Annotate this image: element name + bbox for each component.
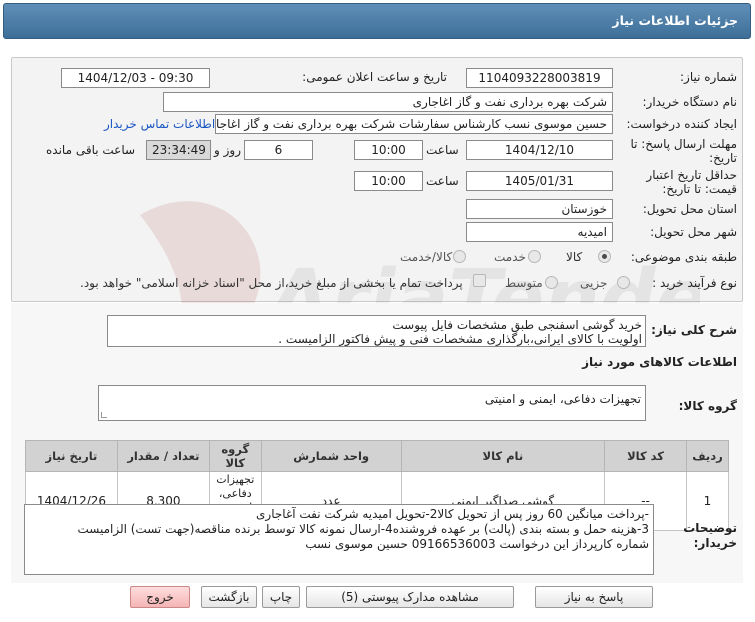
city-field: امیدیه bbox=[466, 222, 613, 242]
col-need-date: تاریخ نیاز bbox=[25, 440, 118, 472]
buyer-notes-line3: شماره کارپرداز این درخواست 09166536003 ح… bbox=[305, 537, 649, 551]
price-validity-time-label: ساعت bbox=[426, 174, 459, 188]
general-desc-label: شرح کلی نیاز: bbox=[651, 323, 737, 337]
col-code: کد کالا bbox=[604, 440, 687, 472]
buyer-notes-line2: 3-هزینه حمل و بسته بندی (پالت) بر عهده ف… bbox=[77, 522, 649, 536]
price-validity-label: حداقل تاریخ اعتبار قیمت: تا تاریخ: bbox=[646, 168, 737, 196]
need-number-label: شماره نیاز: bbox=[680, 70, 737, 84]
goods-group-box: تجهیزات دفاعی، ایمنی و امنیتی bbox=[98, 385, 646, 421]
process-medium-label: متوسط bbox=[505, 276, 543, 290]
buyer-notes-label: توضیحات خریدار: bbox=[683, 521, 737, 550]
exit-button[interactable]: خروج bbox=[130, 586, 190, 608]
deadline-time-field: 10:00 bbox=[354, 140, 423, 160]
buyer-notes-line1: -پرداخت میانگین 60 روز پس از تحویل کالا2… bbox=[256, 507, 649, 521]
reply-button[interactable]: پاسخ به نیاز bbox=[535, 586, 653, 608]
back-button[interactable]: بازگشت bbox=[201, 586, 257, 608]
deadline-date-field: 1404/12/10 bbox=[466, 140, 613, 160]
process-minor-label: جزیی bbox=[580, 276, 608, 290]
province-label: استان محل تحویل: bbox=[642, 202, 737, 216]
treasury-checkbox[interactable] bbox=[473, 274, 486, 287]
col-row: ردیف bbox=[685, 440, 730, 472]
category-service-radio[interactable] bbox=[528, 250, 541, 263]
page-title: جزئیات اطلاعات نیاز bbox=[3, 3, 751, 39]
col-quantity: تعداد / مقدار bbox=[116, 440, 210, 472]
remaining-time-label: ساعت باقی مانده bbox=[46, 143, 136, 157]
requester-label: ایجاد کننده درخواست: bbox=[626, 117, 737, 131]
city-label: شهر محل تحویل: bbox=[650, 225, 737, 239]
attachments-button[interactable]: مشاهده مدارک پیوستی (5) bbox=[306, 586, 514, 608]
category-both-label: کالا/خدمت bbox=[400, 250, 453, 264]
col-name: نام کالا bbox=[400, 440, 606, 472]
buyer-contact-link[interactable]: اطلاعات تماس خریدار bbox=[104, 117, 215, 131]
goods-group-label: گروه کالا: bbox=[678, 399, 737, 413]
price-validity-time-field: 10:00 bbox=[354, 171, 423, 191]
deadline-time-label: ساعت bbox=[426, 143, 459, 157]
announce-date-field: 1404/12/03 - 09:30 bbox=[61, 68, 210, 88]
province-field: خوزستان bbox=[466, 199, 613, 219]
resize-grip-icon bbox=[101, 412, 107, 418]
category-service-label: خدمت bbox=[494, 250, 526, 264]
buyer-org-label: نام دستگاه خریدار: bbox=[642, 95, 738, 109]
requester-field: حسین موسوی نسب کارشناس سفارشات شرکت بهره… bbox=[215, 114, 613, 134]
purchase-process-label: نوع فرآیند خرید : bbox=[652, 276, 737, 290]
deadline-days-label: روز و bbox=[214, 143, 241, 157]
need-number-field: 1104093228003819 bbox=[466, 68, 613, 88]
category-goods-label: کالا bbox=[566, 250, 583, 264]
process-medium-radio[interactable] bbox=[545, 276, 558, 289]
treasury-note: پرداخت تمام یا بخشی از مبلغ خرید،از محل … bbox=[80, 276, 463, 290]
goods-group-value: تجهیزات دفاعی، ایمنی و امنیتی bbox=[484, 392, 641, 406]
general-desc-line1: خرید گوشی اسفنجی طبق مشخصات فایل پیوست bbox=[392, 318, 642, 332]
print-button[interactable]: چاپ bbox=[262, 586, 300, 608]
process-minor-radio[interactable] bbox=[617, 276, 630, 289]
col-group: گروه کالا bbox=[208, 440, 262, 472]
goods-section-title: اطلاعات کالاهای مورد نیاز bbox=[582, 355, 737, 369]
category-label: طبقه بندی موضوعی: bbox=[630, 250, 737, 264]
general-desc-line2: اولویت با کالای ایرانی،بارگذاری مشخصات ف… bbox=[278, 332, 642, 346]
category-both-radio[interactable] bbox=[453, 250, 466, 263]
deadline-days-field: 6 bbox=[244, 140, 313, 160]
category-goods-radio[interactable] bbox=[598, 250, 611, 263]
price-validity-date-field: 1405/01/31 bbox=[466, 171, 613, 191]
deadline-label: مهلت ارسال پاسخ: تا تاریخ: bbox=[630, 137, 737, 165]
col-unit: واحد شمارش bbox=[260, 440, 402, 472]
goods-table-header: تاریخ نیاز تعداد / مقدار گروه کالا واحد … bbox=[25, 440, 730, 472]
buyer-notes-box: -پرداخت میانگین 60 روز پس از تحویل کالا2… bbox=[24, 504, 654, 575]
general-desc-box: خرید گوشی اسفنجی طبق مشخصات فایل پیوست ا… bbox=[107, 315, 646, 347]
buyer-org-field: شرکت بهره برداری نفت و گاز اغاجاری bbox=[163, 92, 613, 112]
remaining-time-field: 23:34:49 bbox=[146, 140, 211, 160]
announce-date-label: تاریخ و ساعت اعلان عمومی: bbox=[302, 70, 447, 84]
